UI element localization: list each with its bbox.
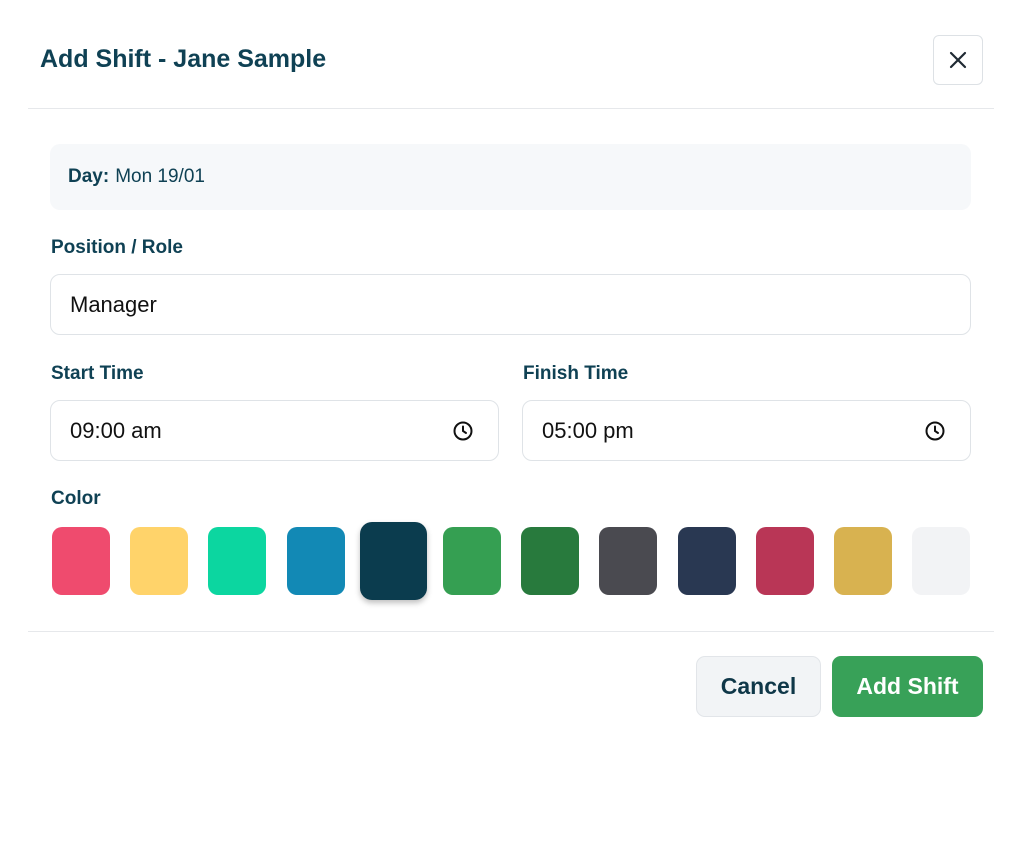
color-swatch[interactable] [208, 527, 267, 595]
color-swatch[interactable] [52, 527, 110, 595]
cancel-button[interactable]: Cancel [696, 656, 821, 717]
position-input[interactable]: Manager [50, 274, 971, 335]
position-label: Position / Role [51, 237, 183, 258]
color-swatch[interactable] [286, 527, 345, 595]
start-time-input[interactable]: 09:00 am [50, 400, 499, 461]
close-button[interactable] [933, 35, 983, 85]
color-swatch[interactable] [360, 522, 428, 600]
day-info: Day: Mon 19/01 [50, 144, 971, 210]
dialog-title: Add Shift - Jane Sample [40, 45, 327, 73]
color-label: Color [51, 488, 101, 509]
color-swatch[interactable] [912, 527, 971, 595]
dialog-header: Add Shift - Jane Sample [28, 0, 994, 109]
color-swatch[interactable] [755, 527, 814, 595]
footer-divider [28, 631, 994, 632]
color-swatch[interactable] [599, 527, 658, 595]
color-swatch[interactable] [834, 527, 892, 595]
start-time-value: 09:00 am [70, 417, 162, 443]
finish-time-label: Finish Time [523, 363, 629, 384]
color-swatch[interactable] [521, 527, 580, 595]
position-value: Manager [70, 291, 157, 317]
clock-icon[interactable] [924, 420, 946, 442]
add-shift-button[interactable]: Add Shift [832, 656, 983, 717]
add-shift-dialog: Add Shift - Jane Sample Day: Mon 19/01 P… [0, 0, 1024, 861]
clock-icon[interactable] [452, 420, 474, 442]
color-swatch[interactable] [130, 527, 189, 595]
finish-time-value: 05:00 pm [542, 417, 634, 443]
day-label: Day: [68, 166, 110, 187]
day-value: Mon 19/01 [115, 166, 205, 187]
start-time-label: Start Time [51, 363, 144, 384]
color-swatch[interactable] [677, 527, 736, 595]
close-icon [949, 51, 967, 69]
finish-time-input[interactable]: 05:00 pm [522, 400, 971, 461]
color-swatch[interactable] [443, 527, 501, 595]
